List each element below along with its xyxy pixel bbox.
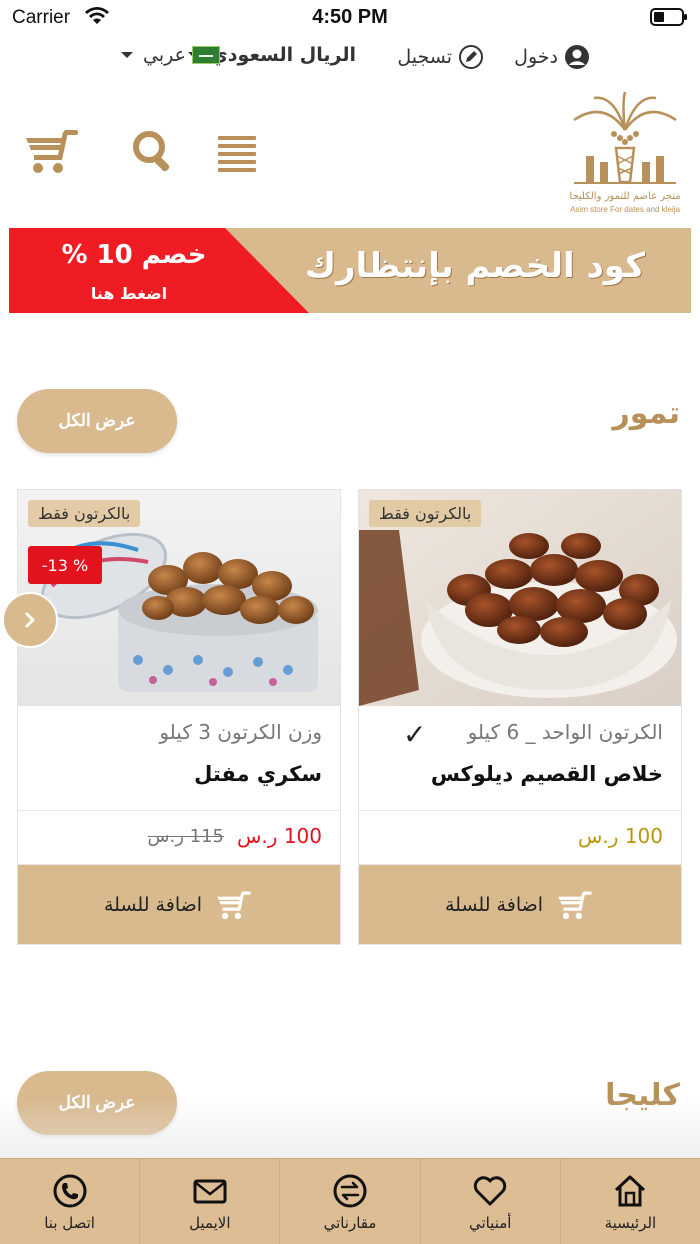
add-to-cart-button[interactable]: اضافة للسلة (18, 865, 340, 944)
chevron-down-icon (121, 52, 134, 58)
section-title-dates: تمور (612, 396, 680, 431)
tab-compare-label: مقارناتي (323, 1213, 377, 1232)
scroll-fade (0, 1098, 700, 1158)
tab-email-label: الايميل (189, 1213, 231, 1232)
divider (359, 810, 681, 811)
status-bar: Carrier 4:50 PM (0, 0, 700, 36)
carton-only-badge: بالكرتون فقط (369, 500, 482, 527)
compare-icon (333, 1174, 367, 1207)
carousel-next-button[interactable] (2, 592, 58, 648)
search-icon[interactable] (122, 126, 182, 176)
tab-email[interactable]: الايميل (139, 1159, 279, 1244)
product-card[interactable]: بالكرتون فقط الكرتون الواحد _ 6 كيلو ✓ خ… (358, 489, 682, 945)
view-all-dates-button[interactable]: عرض الكل (17, 389, 177, 453)
chevron-right-icon (25, 612, 35, 628)
mail-icon (193, 1179, 227, 1203)
product-weight: وزن الكرتون 3 كيلو (159, 720, 322, 744)
tab-home-label: الرئيسية (604, 1213, 657, 1232)
register-link[interactable]: تسجيل (397, 44, 484, 70)
currency-label: الريال السعودي (210, 44, 356, 66)
edit-icon (459, 45, 483, 69)
product-old-price: 115 ر.س (147, 826, 224, 847)
menu-icon[interactable] (208, 126, 268, 176)
product-price: 100 ر.س (237, 824, 322, 848)
home-icon (615, 1175, 646, 1206)
discount-badge: -13 % (28, 546, 102, 584)
carton-only-badge: بالكرتون فقط (28, 500, 141, 527)
language-selector[interactable]: عربي (117, 44, 220, 66)
battery-icon (650, 8, 687, 26)
language-label: عربي (143, 44, 186, 66)
bottom-tab-bar: الرئيسية أمنياتي مقارناتي الايميل اتصل ب… (0, 1158, 700, 1244)
cart-icon (558, 891, 592, 919)
cart-icon[interactable] (22, 126, 82, 176)
register-label: تسجيل (397, 46, 452, 68)
promo-code-text: كود الخصم بإنتظارك (304, 246, 645, 286)
product-card[interactable]: بالكرتون فقط -13 % وزن الكرتون 3 كيلو سك… (17, 489, 341, 945)
phone-icon (53, 1174, 87, 1207)
login-label: دخول (514, 46, 558, 68)
cart-icon (217, 891, 251, 919)
promo-banner[interactable]: خصم 10 % اضغط هنا كود الخصم بإنتظارك (9, 228, 691, 313)
store-logo[interactable]: متجر عاصم للتمور والكليجا Asim store For… (564, 90, 686, 216)
heart-icon (474, 1175, 507, 1205)
product-price: 100 ر.س (578, 824, 663, 848)
product-image[interactable]: بالكرتون فقط (359, 490, 681, 706)
add-to-cart-button[interactable]: اضافة للسلة (359, 865, 681, 944)
check-icon: ✓ (403, 718, 427, 751)
promo-discount: خصم 10 % (61, 240, 207, 270)
top-links-bar: دخول تسجيل الريال السعودي عربي (0, 40, 700, 76)
tab-compare[interactable]: مقارناتي (279, 1159, 419, 1244)
tab-contact-label: اتصل بنا (44, 1213, 95, 1232)
palm-logo-icon (573, 91, 677, 184)
user-icon (565, 45, 589, 69)
header: متجر عاصم للتمور والكليجا Asim store For… (0, 86, 700, 216)
product-name[interactable]: سكري مفتل (194, 762, 322, 786)
logo-text-en: Asim store For dates and kleija (570, 205, 680, 214)
promo-tap-here: اضغط هنا (90, 284, 168, 303)
tab-wishlist-label: أمنياتي (468, 1213, 512, 1232)
add-to-cart-label: اضافة للسلة (104, 893, 203, 916)
login-link[interactable]: دخول (514, 44, 590, 70)
logo-text-ar: متجر عاصم للتمور والكليجا (569, 191, 681, 202)
product-weight: الكرتون الواحد _ 6 كيلو (467, 720, 663, 744)
saudi-flag-icon (192, 46, 220, 64)
product-image[interactable]: بالكرتون فقط -13 % (18, 490, 340, 706)
tab-wishlist[interactable]: أمنياتي (419, 1159, 560, 1244)
tab-home[interactable]: الرئيسية (559, 1159, 700, 1244)
add-to-cart-label: اضافة للسلة (445, 893, 544, 916)
product-name[interactable]: خلاص القصيم ديلوكس (431, 762, 663, 786)
clock: 4:50 PM (312, 6, 388, 28)
divider (18, 810, 340, 811)
tab-contact[interactable]: اتصل بنا (0, 1159, 139, 1244)
